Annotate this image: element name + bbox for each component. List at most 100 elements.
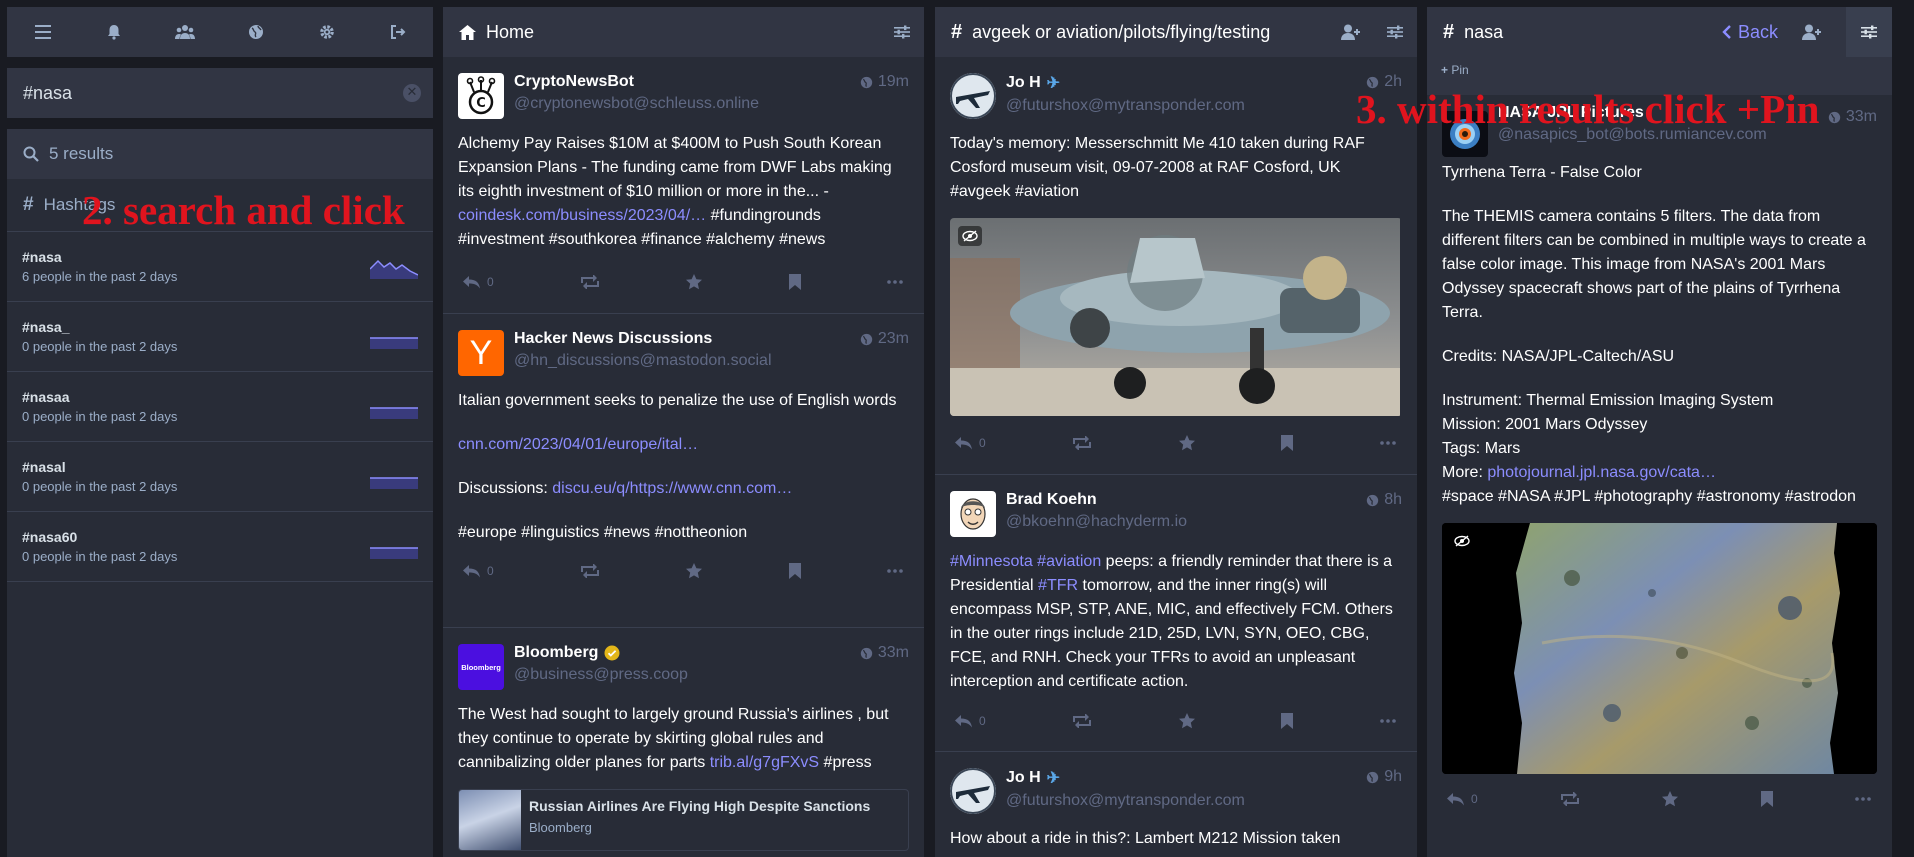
hide-media-icon[interactable]	[1450, 531, 1474, 551]
results-header: 5 results	[7, 129, 433, 179]
add-user-icon[interactable]	[1341, 24, 1361, 40]
star-icon	[1178, 435, 1195, 451]
avatar[interactable]	[950, 73, 996, 119]
globe-icon	[860, 647, 873, 660]
favourite-button[interactable]	[1662, 791, 1679, 807]
reply-button[interactable]: 0	[1446, 792, 1478, 806]
bookmark-button[interactable]	[1760, 791, 1773, 807]
display-name[interactable]: Brad Koehn	[1006, 491, 1356, 509]
status-post[interactable]: C CryptoNewsBot @cryptonewsbot@schleuss.…	[443, 57, 924, 314]
bookmark-button[interactable]	[788, 274, 801, 290]
timestamp[interactable]: 33m	[1828, 108, 1877, 126]
annotation-step-2: 2. search and click	[82, 187, 405, 233]
status-link[interactable]: cnn.com/2023/04/01/europe/ital…	[458, 436, 698, 453]
boost-button[interactable]	[1560, 792, 1580, 806]
status-post[interactable]: Jo H ✈ @futurshox@mytransponder.com 2h T…	[935, 57, 1417, 475]
clear-icon[interactable]: ✕	[403, 84, 421, 102]
avatar[interactable]	[950, 768, 996, 814]
users-icon[interactable]	[149, 7, 220, 57]
status-link[interactable]: coindesk.com/business/2023/04/…	[458, 207, 706, 224]
timestamp[interactable]: 8h	[1366, 491, 1402, 509]
status-post[interactable]: Y Hacker News Discussions @hn_discussion…	[443, 314, 924, 628]
logout-icon[interactable]	[362, 7, 433, 57]
boost-button[interactable]	[580, 564, 600, 578]
settings-sliders-icon[interactable]	[1387, 25, 1403, 39]
settings-sliders-icon[interactable]	[894, 25, 910, 39]
favourite-button[interactable]	[686, 563, 703, 579]
hash-icon: #	[23, 194, 34, 215]
settings-sliders-icon[interactable]	[1846, 7, 1892, 57]
boost-button[interactable]	[580, 275, 600, 289]
boost-button[interactable]	[1072, 436, 1092, 450]
more-button[interactable]	[1380, 441, 1396, 445]
hashtag-result[interactable]: #nasaa 0 people in the past 2 days	[7, 372, 433, 442]
status-post[interactable]: Bloomberg Bloomberg @business@press.coop…	[443, 628, 924, 857]
display-name[interactable]: Jo H ✈	[1006, 73, 1356, 93]
reply-button[interactable]: 0	[954, 714, 986, 728]
status-link[interactable]: discu.eu/q/https://www.cnn.com…	[552, 480, 792, 497]
globe-icon[interactable]	[220, 7, 291, 57]
hashtag-result[interactable]: #nasa_ 0 people in the past 2 days	[7, 302, 433, 372]
more-button[interactable]	[1380, 719, 1396, 723]
more-button[interactable]	[887, 569, 903, 573]
avatar[interactable]: Y	[458, 330, 504, 376]
bookmark-button[interactable]	[1281, 713, 1294, 729]
timestamp[interactable]: 33m	[860, 644, 909, 662]
more-button[interactable]	[1855, 797, 1871, 801]
status-post[interactable]: NASA JPL Pictures @nasapics_bot@bots.rum…	[1427, 95, 1892, 822]
add-user-icon[interactable]	[1802, 24, 1822, 40]
hashtag-link[interactable]: #TFR	[1038, 577, 1078, 594]
status-content: Alchemy Pay Raises $10M at $400M to Push…	[458, 132, 909, 252]
favourite-button[interactable]	[686, 274, 703, 290]
hashtag-link[interactable]: #Minnesota	[950, 553, 1033, 570]
avatar[interactable]: Bloomberg	[458, 644, 504, 690]
search-input[interactable]	[23, 82, 417, 104]
status-link[interactable]: trib.al/g7gFXvS	[710, 754, 819, 771]
more-button[interactable]	[887, 280, 903, 284]
reply-button[interactable]: 0	[462, 275, 494, 289]
display-name[interactable]: Bloomberg	[514, 644, 850, 662]
reply-button[interactable]: 0	[462, 564, 494, 578]
menu-icon[interactable]	[7, 7, 78, 57]
column-title[interactable]: Home	[486, 22, 884, 43]
favourite-button[interactable]	[1178, 713, 1195, 729]
display-name[interactable]: Hacker News Discussions	[514, 330, 850, 348]
timestamp[interactable]: 19m	[860, 73, 909, 91]
pin-button[interactable]: + Pin	[1441, 63, 1469, 77]
hide-media-icon[interactable]	[958, 226, 982, 246]
avatar[interactable]: C	[458, 73, 504, 119]
bookmark-icon	[1281, 435, 1294, 451]
back-label: Back	[1737, 21, 1778, 42]
gear-icon[interactable]	[291, 7, 362, 57]
timestamp[interactable]: 9h	[1366, 768, 1402, 786]
hashtag-link[interactable]: #aviation	[1037, 553, 1101, 570]
reply-button[interactable]: 0	[954, 436, 986, 450]
favourite-button[interactable]	[1178, 435, 1195, 451]
hashtag-result[interactable]: #nasa 6 people in the past 2 days	[7, 232, 433, 302]
status-post[interactable]: Brad Koehn @bkoehn@hachyderm.io 8h #Minn…	[935, 475, 1417, 752]
pin-label: Pin	[1451, 63, 1469, 77]
boost-button[interactable]	[1072, 714, 1092, 728]
bookmark-button[interactable]	[788, 563, 801, 579]
retweet-icon	[1072, 436, 1092, 450]
hashtag-name: #nasa_	[22, 319, 70, 335]
back-button[interactable]: Back	[1722, 22, 1778, 43]
timestamp[interactable]: 23m	[860, 330, 909, 348]
avatar[interactable]	[950, 491, 996, 537]
status-post[interactable]: Jo H ✈ @futurshox@mytransponder.com 9h H…	[935, 752, 1417, 857]
status-content: #Minnesota #aviation peeps: a friendly r…	[950, 550, 1402, 694]
column-title[interactable]: nasa	[1464, 22, 1712, 43]
display-name[interactable]: CryptoNewsBot	[514, 73, 850, 91]
media-image[interactable]	[1442, 523, 1877, 774]
bell-icon[interactable]	[78, 7, 149, 57]
globe-icon	[860, 76, 873, 89]
display-name[interactable]: Jo H ✈	[1006, 768, 1356, 788]
column-title[interactable]: avgeek or aviation/pilots/flying/testing	[972, 22, 1331, 43]
hashtag-result[interactable]: #nasal 0 people in the past 2 days	[7, 442, 433, 512]
hashtag-result[interactable]: #nasa60 0 people in the past 2 days	[7, 512, 433, 582]
status-link[interactable]: photojournal.jpl.nasa.gov/cata…	[1487, 464, 1716, 481]
media-image[interactable]	[950, 218, 1402, 416]
reply-icon	[1446, 792, 1465, 806]
link-preview-card[interactable]: Russian Airlines Are Flying High Despite…	[458, 789, 909, 851]
bookmark-button[interactable]	[1281, 435, 1294, 451]
